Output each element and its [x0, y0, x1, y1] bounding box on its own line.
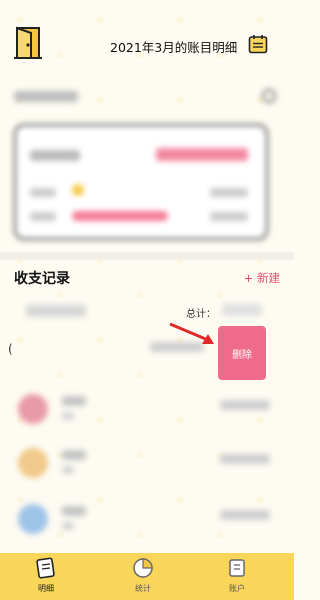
header: 2021年3月的账目明细 [0, 0, 294, 80]
blurred-amount [220, 400, 270, 410]
blurred-text [62, 522, 74, 530]
tab-statistics[interactable]: 统计 [113, 557, 173, 597]
blurred-text [62, 412, 74, 420]
page-title: 2021年3月的账目明细 [110, 40, 238, 55]
blurred-search-row [14, 88, 280, 108]
delete-button[interactable]: 删除 [218, 326, 266, 380]
blurred-date [26, 305, 86, 317]
summary-card [14, 124, 268, 240]
records-header: 收支记录 + 新建 [14, 268, 280, 290]
category-icon [18, 448, 48, 478]
blurred-amount [220, 454, 270, 464]
progress-bar [72, 211, 168, 221]
blurred-label [30, 150, 80, 161]
new-record-button[interactable]: + 新建 [244, 270, 280, 286]
total-label: 总计： [186, 309, 216, 320]
tab-bar: 明细 统计 账户 [0, 553, 294, 600]
category-icon [18, 504, 48, 534]
tab-label: 统计 [135, 584, 151, 593]
pie-chart-icon [132, 557, 154, 579]
blurred-label [30, 212, 56, 221]
tab-details[interactable]: 明细 [16, 557, 76, 597]
red-arrow-icon [169, 322, 214, 344]
row-fragment: ( [8, 342, 13, 356]
list-item[interactable] [14, 390, 280, 430]
category-icon [18, 394, 48, 424]
calendar-icon[interactable] [248, 34, 268, 54]
ledger-icon [35, 557, 57, 579]
blurred-total [222, 304, 262, 316]
blurred-amount [156, 148, 248, 161]
wallet-icon [226, 557, 248, 579]
blurred-text [62, 396, 86, 406]
door-icon[interactable] [14, 26, 44, 60]
blurred-label [30, 188, 56, 197]
tab-accounts[interactable]: 账户 [207, 557, 267, 597]
search-icon [262, 89, 276, 103]
blurred-text [14, 91, 78, 102]
records-title: 收支记录 [14, 271, 70, 287]
blurred-text [62, 466, 74, 474]
tab-label: 账户 [229, 584, 245, 593]
blurred-amount [220, 510, 270, 520]
tab-label: 明细 [38, 584, 54, 593]
blurred-text [62, 450, 86, 460]
list-item[interactable] [14, 500, 280, 540]
blurred-value [210, 188, 248, 197]
coin-icon [72, 184, 84, 196]
blurred-value [210, 212, 248, 221]
blurred-text [62, 506, 86, 516]
section-divider [0, 252, 294, 260]
list-item[interactable] [14, 444, 280, 484]
